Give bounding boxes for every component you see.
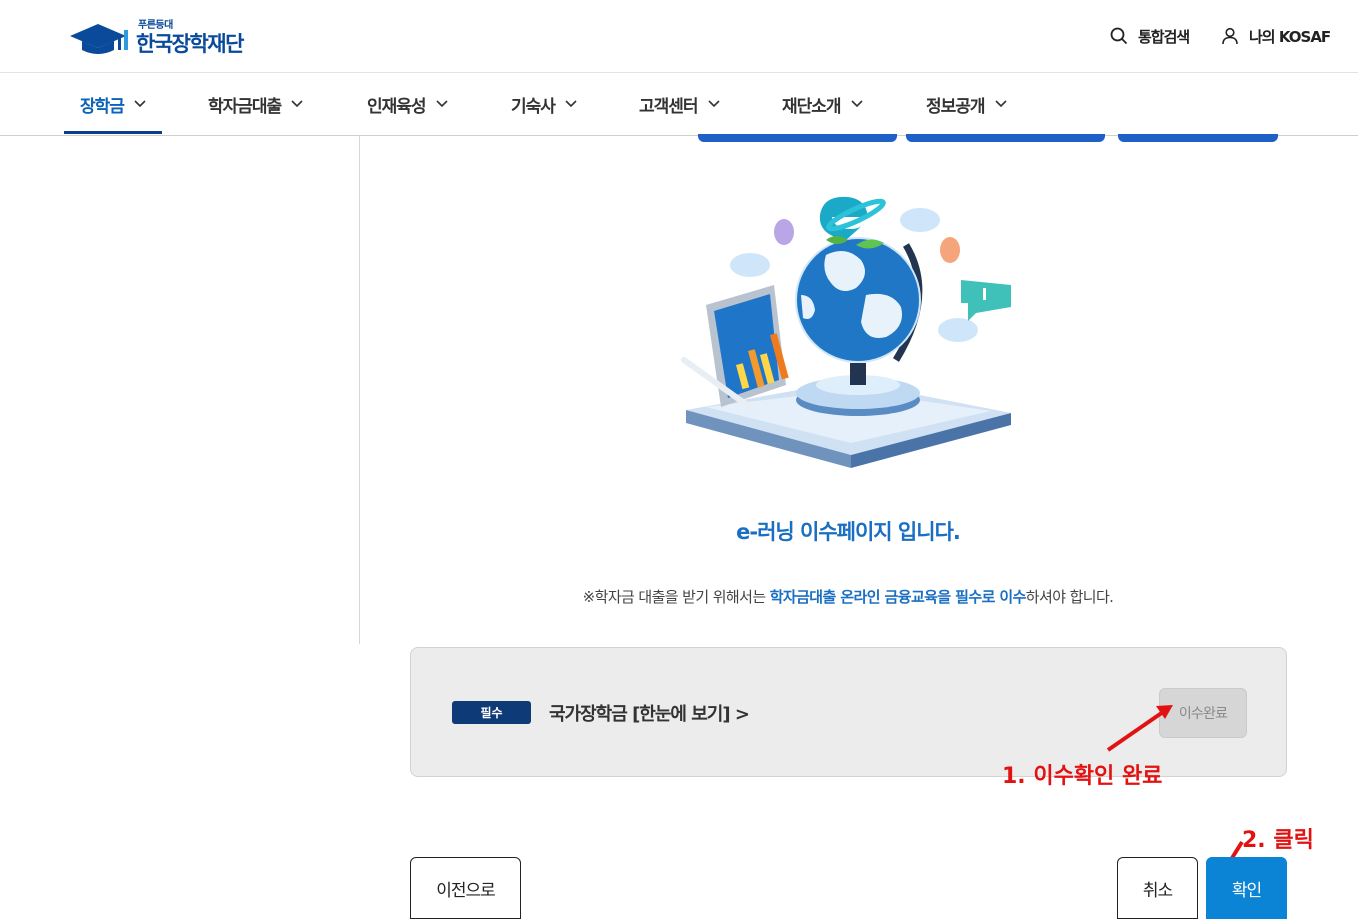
main-navigation: 장학금 학자금대출 인재육성 기숙사 고객센터 재단소개 정보공개 [0,73,1358,136]
annotation-step2: 2. 클릭 [1242,828,1314,853]
content-tab-button[interactable] [1118,134,1278,142]
gnb-item-label: 재단소개 [782,96,842,117]
chevron-down-icon [134,100,146,108]
chevron-down-icon [707,100,720,108]
chevron-down-icon [850,100,863,108]
user-icon [1222,27,1238,45]
my-kosaf-label: 나의 KOSAF [1249,27,1331,46]
logo-text: 한국장학재단 [136,32,244,56]
chevron-down-icon [565,100,577,108]
annotation-step1: 1. 이수확인 완료 [1002,764,1163,789]
content-tab-button[interactable] [698,134,897,142]
course-link[interactable]: 국가장학금 [한눈에 보기] > [549,700,750,726]
active-tab-indicator [64,131,162,134]
gnb-item-label: 장학금 [80,96,125,117]
gnb-item-label: 정보공개 [926,96,986,117]
logo[interactable]: 푸른등대 한국장학재단 [68,14,268,60]
required-badge: 필수 [452,701,531,724]
gnb-item-label: 인재육성 [367,96,427,117]
gnb-item-dormitory[interactable]: 기숙사 [511,73,577,135]
gnb-item-scholarship[interactable]: 장학금 [80,73,146,135]
page-title: e-러닝 이수페이지 입니다. [736,520,961,544]
confirm-button[interactable]: 확인 [1206,857,1287,919]
previous-button[interactable]: 이전으로 [410,857,521,919]
elearning-illustration [681,196,1011,468]
graduation-cap-icon [70,24,128,54]
sidebar-divider [359,136,360,644]
gnb-item-label: 기숙사 [511,96,556,117]
notice-prefix: ※학자금 대출을 받기 위해서는 [582,588,770,606]
notice-suffix: 하셔야 합니다. [1025,588,1114,606]
site-header: 푸른등대 한국장학재단 통합검색 나의 KOSAF [0,0,1358,73]
gnb-item-student-loan[interactable]: 학자금대출 [208,73,303,135]
gnb-item-about[interactable]: 재단소개 [782,73,863,135]
search-icon [1110,27,1128,45]
chevron-down-icon [291,100,303,108]
notice-highlight: 학자금대출 온라인 금융교육을 필수로 이수 [769,588,1027,606]
chevron-down-icon [994,100,1007,108]
integrated-search-link[interactable]: 통합검색 [1110,24,1190,48]
gnb-item-label: 고객센터 [639,96,699,117]
completion-status-button[interactable]: 이수완료 [1159,688,1247,738]
gnb-item-disclosure[interactable]: 정보공개 [926,73,1007,135]
content-tab-button[interactable] [906,134,1105,142]
gnb-item-label: 학자금대출 [208,96,282,117]
chevron-down-icon [435,100,448,108]
search-label: 통합검색 [1138,27,1190,46]
my-kosaf-link[interactable]: 나의 KOSAF [1221,24,1331,48]
gnb-item-talent[interactable]: 인재육성 [367,73,448,135]
cancel-button[interactable]: 취소 [1117,857,1198,919]
gnb-item-customer-center[interactable]: 고객센터 [639,73,720,135]
notice-text: ※학자금 대출을 받기 위해서는 학자금대출 온라인 금융교육을 필수로 이수하… [440,586,1256,607]
